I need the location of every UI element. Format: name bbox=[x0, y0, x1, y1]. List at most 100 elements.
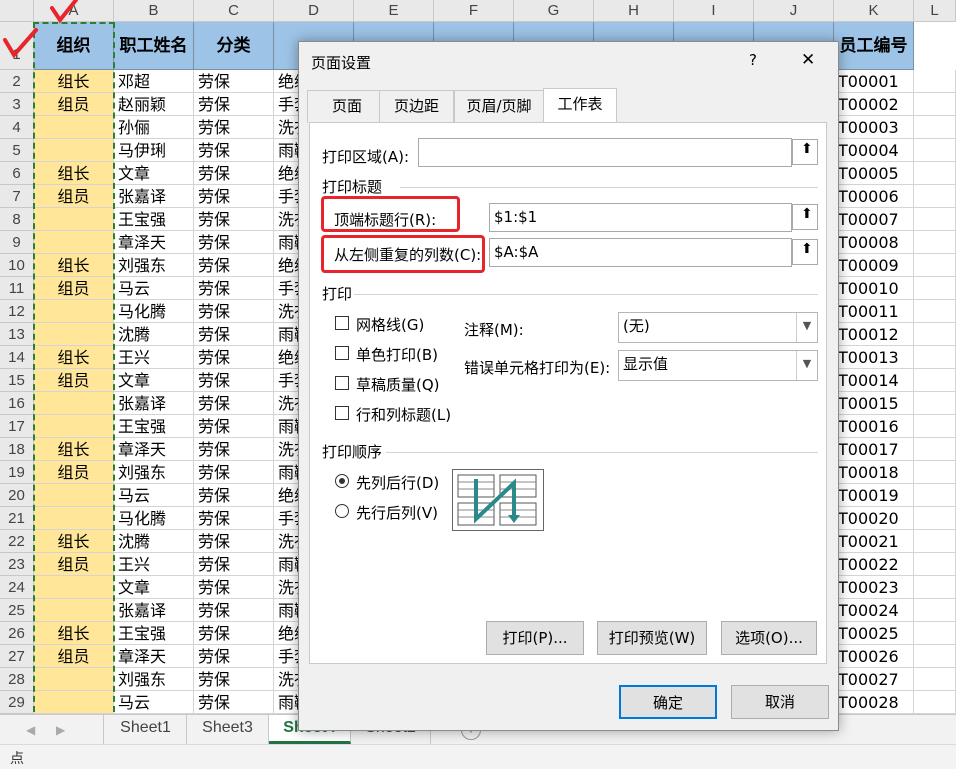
tab-margins[interactable]: 页边距 bbox=[379, 90, 454, 123]
table-cell[interactable] bbox=[914, 254, 956, 277]
row-header[interactable]: 26 bbox=[0, 622, 34, 645]
column-header[interactable]: C bbox=[194, 0, 274, 22]
table-cell[interactable]: T00009 bbox=[834, 254, 914, 277]
table-cell[interactable] bbox=[914, 346, 956, 369]
table-cell[interactable] bbox=[34, 691, 114, 714]
row-header[interactable]: 10 bbox=[0, 254, 34, 277]
table-cell[interactable]: T00021 bbox=[834, 530, 914, 553]
row-header[interactable]: 2 bbox=[0, 70, 34, 93]
table-cell[interactable]: 劳保 bbox=[194, 622, 274, 645]
table-cell[interactable]: T00018 bbox=[834, 461, 914, 484]
table-cell[interactable] bbox=[914, 691, 956, 714]
errors-select[interactable]: 显示值 ▼ bbox=[618, 350, 818, 381]
column-header[interactable]: E bbox=[354, 0, 434, 22]
table-cell[interactable]: 组员 bbox=[34, 185, 114, 208]
table-cell[interactable]: 组员 bbox=[34, 645, 114, 668]
table-cell[interactable]: 文章 bbox=[114, 162, 194, 185]
table-cell[interactable] bbox=[34, 576, 114, 599]
table-cell[interactable]: 张嘉译 bbox=[114, 185, 194, 208]
rowcol-headings-label[interactable]: 行和列标题(L) bbox=[356, 404, 451, 425]
row-header[interactable]: 24 bbox=[0, 576, 34, 599]
table-cell[interactable] bbox=[34, 415, 114, 438]
table-cell[interactable]: T00008 bbox=[834, 231, 914, 254]
table-cell[interactable]: 马化腾 bbox=[114, 300, 194, 323]
table-cell[interactable]: T00003 bbox=[834, 116, 914, 139]
table-cell[interactable]: 张嘉译 bbox=[114, 392, 194, 415]
table-cell[interactable]: 马伊琍 bbox=[114, 139, 194, 162]
header-cell[interactable]: 组织 bbox=[34, 22, 114, 70]
table-cell[interactable] bbox=[914, 231, 956, 254]
table-cell[interactable]: T00026 bbox=[834, 645, 914, 668]
row-header[interactable]: 12 bbox=[0, 300, 34, 323]
table-cell[interactable]: 王兴 bbox=[114, 346, 194, 369]
table-cell[interactable]: T00016 bbox=[834, 415, 914, 438]
scroll-right-icon[interactable]: ▶ bbox=[56, 723, 65, 737]
table-cell[interactable]: T00019 bbox=[834, 484, 914, 507]
row-header[interactable]: 6 bbox=[0, 162, 34, 185]
table-cell[interactable]: 劳保 bbox=[194, 530, 274, 553]
column-header[interactable]: D bbox=[274, 0, 354, 22]
table-cell[interactable]: 劳保 bbox=[194, 461, 274, 484]
row-header[interactable]: 22 bbox=[0, 530, 34, 553]
row-header[interactable]: 13 bbox=[0, 323, 34, 346]
table-cell[interactable] bbox=[914, 507, 956, 530]
print-area-input[interactable] bbox=[418, 138, 792, 167]
row-header[interactable]: 21 bbox=[0, 507, 34, 530]
column-header[interactable]: F bbox=[434, 0, 514, 22]
table-cell[interactable]: 劳保 bbox=[194, 277, 274, 300]
table-cell[interactable] bbox=[914, 622, 956, 645]
table-cell[interactable]: 劳保 bbox=[194, 645, 274, 668]
gridlines-checkbox[interactable] bbox=[335, 316, 349, 330]
tab-page[interactable]: 页面 bbox=[307, 90, 387, 123]
left-cols-input[interactable]: $A:$A bbox=[489, 238, 792, 267]
table-cell[interactable]: 劳保 bbox=[194, 254, 274, 277]
table-cell[interactable]: T00015 bbox=[834, 392, 914, 415]
table-cell[interactable]: 章泽天 bbox=[114, 438, 194, 461]
table-cell[interactable] bbox=[34, 231, 114, 254]
table-cell[interactable] bbox=[914, 530, 956, 553]
row-header[interactable]: 9 bbox=[0, 231, 34, 254]
sheet-tab[interactable]: Sheet3 bbox=[187, 715, 269, 744]
table-cell[interactable]: 文章 bbox=[114, 369, 194, 392]
table-cell[interactable]: 组长 bbox=[34, 254, 114, 277]
sheet-tab[interactable]: Sheet1 bbox=[105, 715, 187, 744]
table-cell[interactable] bbox=[34, 208, 114, 231]
top-rows-input[interactable]: $1:$1 bbox=[489, 203, 792, 232]
table-cell[interactable]: T00023 bbox=[834, 576, 914, 599]
table-cell[interactable]: T00001 bbox=[834, 70, 914, 93]
table-cell[interactable] bbox=[914, 300, 956, 323]
table-cell[interactable]: 组员 bbox=[34, 461, 114, 484]
table-cell[interactable]: 王宝强 bbox=[114, 622, 194, 645]
header-cell[interactable]: 职工姓名 bbox=[114, 22, 194, 70]
table-cell[interactable]: T00024 bbox=[834, 599, 914, 622]
table-cell[interactable] bbox=[914, 415, 956, 438]
options-button[interactable]: 选项(O)... bbox=[721, 621, 817, 655]
table-cell[interactable]: 组长 bbox=[34, 438, 114, 461]
table-cell[interactable]: T00025 bbox=[834, 622, 914, 645]
table-cell[interactable]: 刘强东 bbox=[114, 668, 194, 691]
table-cell[interactable]: 组员 bbox=[34, 369, 114, 392]
table-cell[interactable]: 孙俪 bbox=[114, 116, 194, 139]
table-cell[interactable] bbox=[34, 139, 114, 162]
row-header[interactable]: 23 bbox=[0, 553, 34, 576]
table-cell[interactable]: 马云 bbox=[114, 277, 194, 300]
table-cell[interactable]: 沈腾 bbox=[114, 323, 194, 346]
table-cell[interactable] bbox=[34, 484, 114, 507]
table-cell[interactable] bbox=[914, 553, 956, 576]
row-header[interactable]: 27 bbox=[0, 645, 34, 668]
table-cell[interactable]: T00014 bbox=[834, 369, 914, 392]
table-cell[interactable]: 劳保 bbox=[194, 668, 274, 691]
table-cell[interactable]: T00013 bbox=[834, 346, 914, 369]
table-cell[interactable]: 王兴 bbox=[114, 553, 194, 576]
table-cell[interactable]: 赵丽颖 bbox=[114, 93, 194, 116]
table-cell[interactable]: 马化腾 bbox=[114, 507, 194, 530]
row-header[interactable]: 1 bbox=[0, 22, 34, 70]
table-cell[interactable]: 劳保 bbox=[194, 507, 274, 530]
table-cell[interactable]: 劳保 bbox=[194, 438, 274, 461]
row-header[interactable]: 18 bbox=[0, 438, 34, 461]
table-cell[interactable]: 劳保 bbox=[194, 691, 274, 714]
table-cell[interactable]: 组长 bbox=[34, 346, 114, 369]
table-cell[interactable] bbox=[914, 645, 956, 668]
down-then-over-label[interactable]: 先列后行(D) bbox=[356, 472, 439, 493]
row-header[interactable]: 28 bbox=[0, 668, 34, 691]
